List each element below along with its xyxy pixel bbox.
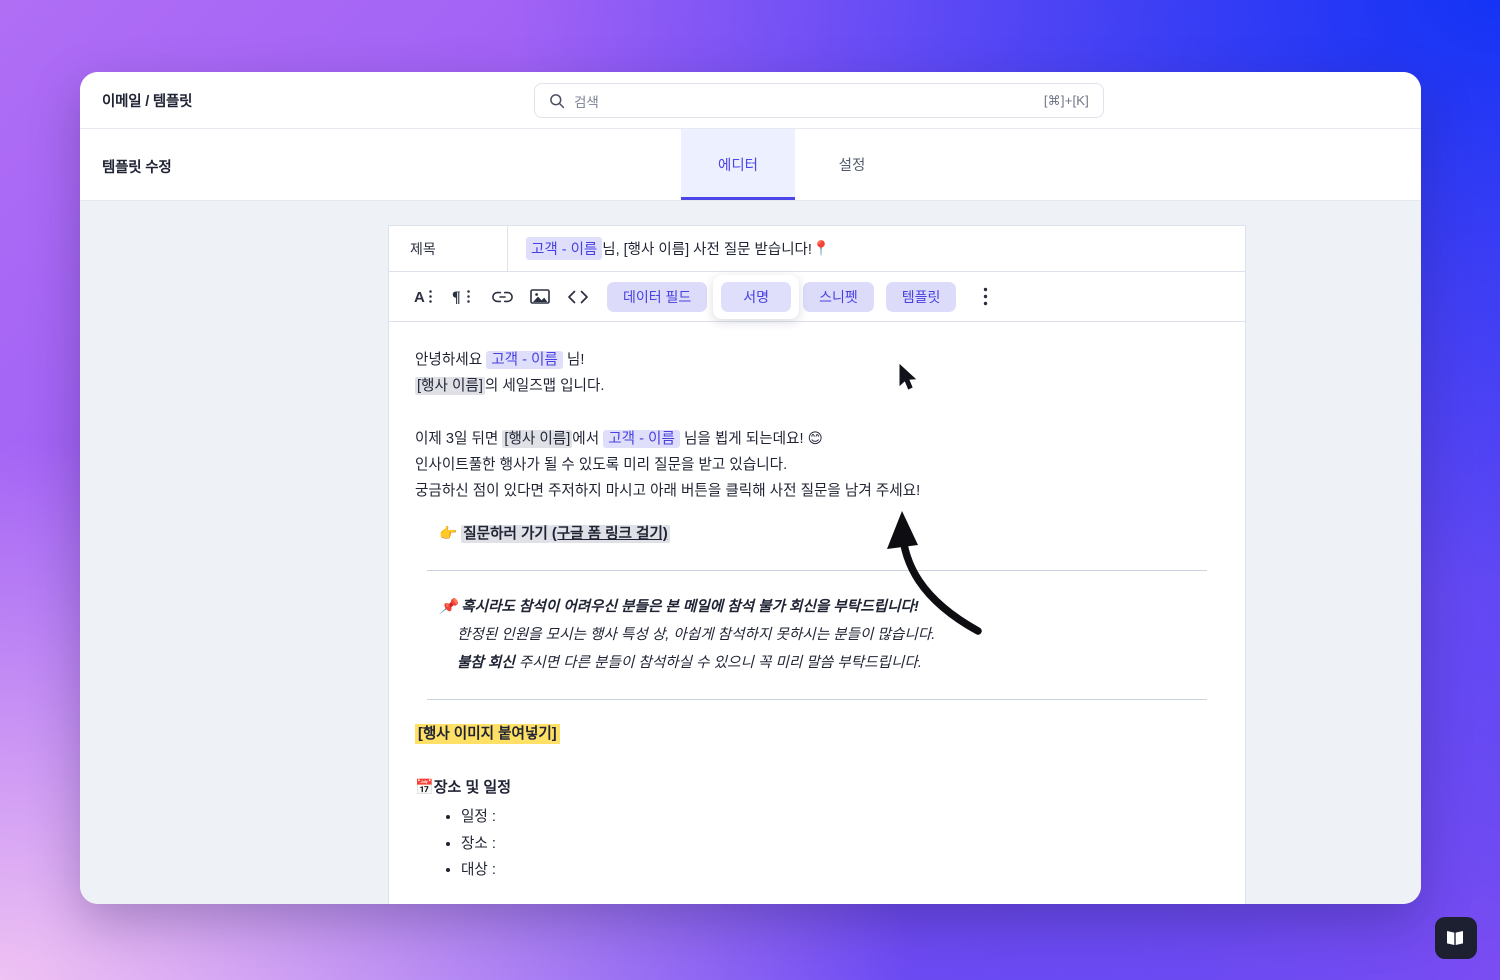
greeting-data-field-chip[interactable]: 고객 - 이름 [486, 351, 563, 369]
intro-a: 이제 3일 뒤면 [415, 430, 503, 447]
page-title: 템플릿 수정 [102, 160, 172, 176]
cta-text: 질문하러 가기 [461, 524, 550, 543]
book-panels-icon[interactable] [1435, 917, 1477, 959]
divider-1 [427, 569, 1207, 571]
event-name-placeholder: [행사 이름] [415, 376, 485, 395]
code-icon[interactable] [559, 282, 597, 312]
notice-line-1: 📌 혹시라도 참석이 어려우신 분들은 본 메일에 참석 불가 회신을 부탁드립… [439, 593, 1219, 621]
smile-emoji: 😊 [807, 429, 823, 447]
subject-data-field-chip[interactable]: 고객 - 이름 [526, 237, 603, 260]
top-bar: 이메일 / 템플릿 검색 [⌘]+[K] [80, 72, 1421, 129]
subject-text: 님, [행사 이름] 사전 질문 받습니다! [602, 242, 812, 258]
tab-editor[interactable]: 에디터 [681, 129, 795, 200]
venue-bullet-list: 일정 : 장소 : 대상 : [415, 804, 1219, 885]
text-format-icon[interactable]: A [407, 282, 445, 312]
cta-line: 👉 질문하러 가기 (구글 폼 링크 걸기) [415, 521, 1219, 548]
intro-data-field-chip[interactable]: 고객 - 이름 [603, 429, 680, 448]
search-input[interactable]: 검색 [⌘]+[K] [534, 83, 1104, 118]
tabs: 에디터 설정 [681, 129, 909, 200]
image-placeholder-highlight: [행사 이미지 붙여넣기] [415, 723, 560, 744]
breadcrumb: 이메일 / 템플릿 [102, 93, 193, 110]
template-button[interactable]: 템플릿 [885, 281, 957, 312]
snippet-button[interactable]: 스니펫 [803, 281, 874, 312]
body-line-greeting: 안녕하세요 고객 - 이름 님! [415, 348, 1219, 374]
editor-toolbar: A ¶ 데이터 필드 서명 스니펫 템플릿 [389, 272, 1245, 322]
notice-line-3-rest: 주시면 다른 분들이 참석하실 수 있으니 꼭 미리 말씀 부탁드립니다. [514, 654, 922, 671]
svg-text:¶: ¶ [452, 289, 461, 306]
notice-line-3: 불참 회신 주시면 다른 분들이 참석하실 수 있으니 꼭 미리 말씀 부탁드립… [439, 649, 1219, 677]
notice-line-1-text: 혹시라도 참석이 어려우신 분들은 본 메일에 참석 불가 회신을 부탁드립니다… [461, 598, 919, 615]
tab-settings[interactable]: 설정 [795, 129, 909, 200]
body-line-purpose: 인사이트풀한 행사가 될 수 있도록 미리 질문을 받고 있습니다. [415, 456, 788, 473]
signature-button-hover-card: 서명 [713, 274, 800, 319]
svg-text:A: A [414, 289, 425, 306]
notice-line-2: 한정된 인원을 모시는 행사 특성 상, 아쉽게 참석하지 못하시는 분들이 많… [457, 626, 936, 643]
event-name-placeholder-2: [행사 이름] [502, 429, 573, 448]
link-icon[interactable] [483, 282, 521, 312]
cta-link[interactable]: (구글 폼 링크 걸기) [549, 524, 670, 543]
calendar-emoji: 📅 [415, 777, 434, 796]
sender-text: 의 세일즈맵 입니다. [484, 377, 605, 394]
body-line-sender: [행사 이름] 의 세일즈맵 입니다. [415, 374, 1219, 400]
search-icon [549, 93, 565, 109]
list-item: 일정 : [461, 804, 1219, 831]
greeting-post: 님! [562, 352, 585, 368]
pointing-hand-emoji: 👉 [439, 524, 458, 542]
pushpin-emoji: 📌 [439, 597, 458, 615]
intro-b: 에서 [572, 430, 604, 447]
pin-emoji: 📍 [811, 241, 830, 257]
section-heading-text: 장소 및 일정 [433, 778, 512, 796]
search-placeholder: 검색 [574, 94, 599, 110]
email-body[interactable]: 안녕하세요 고객 - 이름 님! [행사 이름] 의 세일즈맵 입니다. 이제 3… [389, 322, 1245, 884]
list-item: 장소 : [461, 831, 1219, 858]
subject-label: 제목 [389, 226, 508, 271]
work-surface: 제목 고객 - 이름 님, [행사 이름] 사전 질문 받습니다! 📍 A ¶ … [80, 201, 1421, 904]
image-icon[interactable] [521, 282, 559, 312]
body-spacer-3 [415, 748, 1219, 774]
tab-bar: 템플릿 수정 에디터 설정 [80, 129, 1421, 201]
intro-c: 님을 뵙게 되는데요! [679, 430, 808, 447]
paragraph-format-icon[interactable]: ¶ [445, 282, 483, 312]
notice-line-3-bold: 불참 회신 [457, 654, 515, 671]
data-field-button[interactable]: 데이터 필드 [607, 281, 708, 312]
greeting-pre: 안녕하세요 [415, 352, 487, 368]
divider-2 [427, 698, 1207, 700]
signature-button[interactable]: 서명 [721, 281, 792, 312]
subject-input[interactable]: 고객 - 이름 님, [행사 이름] 사전 질문 받습니다! 📍 [508, 237, 830, 260]
body-line-invite: 궁금하신 점이 있다면 주저하지 마시고 아래 버튼을 클릭해 사전 질문을 남… [415, 482, 921, 499]
section-heading-venue: 📅장소 및 일정 [415, 774, 1219, 802]
notice-block: 📌 혹시라도 참석이 어려우신 분들은 본 메일에 참석 불가 회신을 부탁드립… [415, 593, 1219, 677]
image-placeholder-line: [행사 이미지 붙여넣기] [415, 722, 1219, 748]
subject-row: 제목 고객 - 이름 님, [행사 이름] 사전 질문 받습니다! 📍 [389, 226, 1245, 272]
more-vertical-icon[interactable] [970, 282, 1000, 312]
body-line-intro: 이제 3일 뒤면 [행사 이름] 에서 고객 - 이름 님을 뵙게 되는데요! 😊 [415, 426, 1219, 453]
app-window: 이메일 / 템플릿 검색 [⌘]+[K] 템플릿 수정 에디터 설정 제목 고객… [80, 72, 1421, 904]
list-item: 대상 : [461, 857, 1219, 884]
search-shortcut-hint: [⌘]+[K] [1043, 92, 1089, 108]
body-spacer-2 [415, 505, 1219, 521]
template-editor-card: 제목 고객 - 이름 님, [행사 이름] 사전 질문 받습니다! 📍 A ¶ … [388, 225, 1246, 904]
